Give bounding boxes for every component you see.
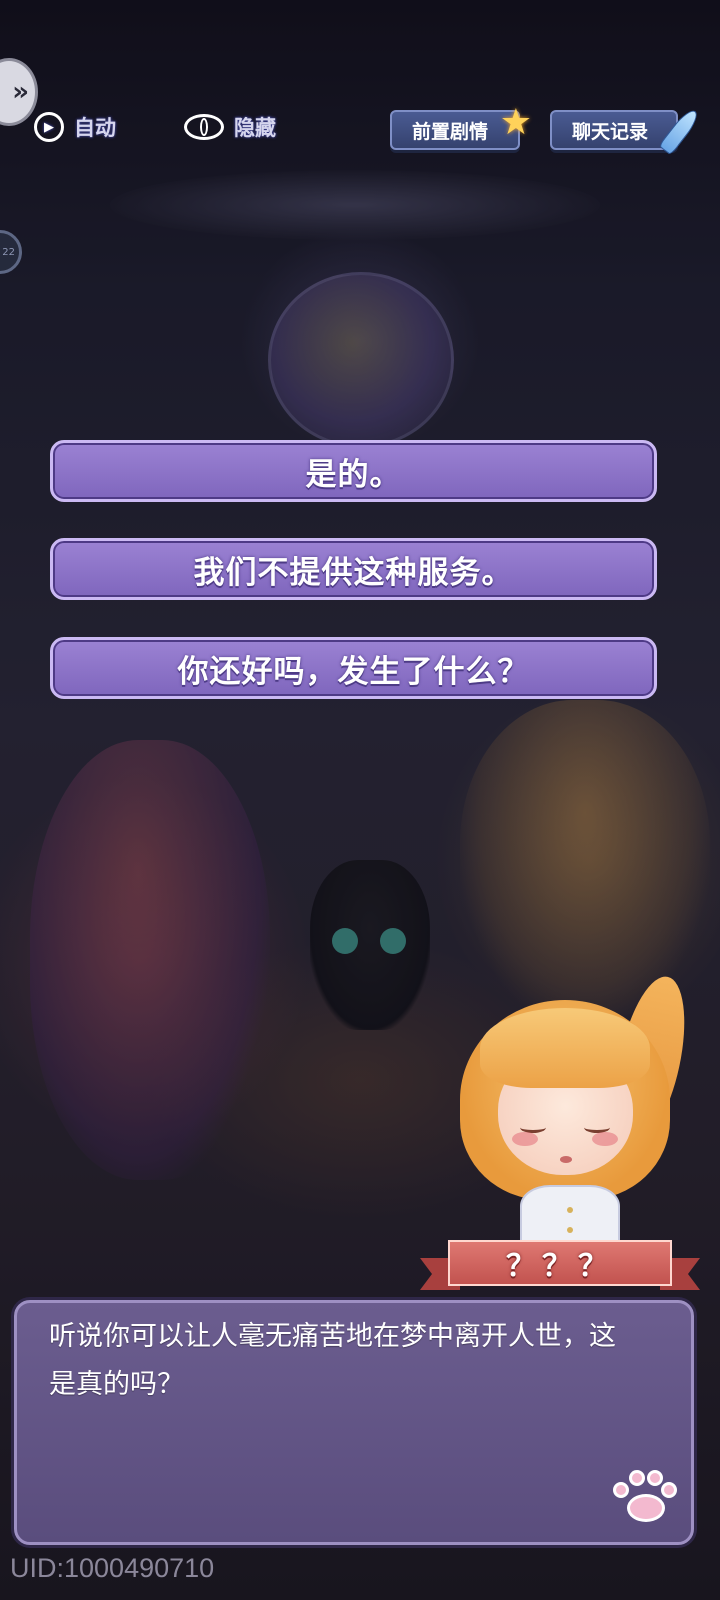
chat-log-label: 聊天记录 [572,120,649,143]
speaker-name-ribbon: ？？？ [420,1240,700,1296]
auto-button[interactable]: ▶ 自动 [34,112,116,142]
choice-option-2[interactable]: 我们不提供这种服务。 [50,538,657,600]
dialog-box[interactable]: 听说你可以让人毫无痛苦地在梦中离开人世，这是真的吗？ [14,1300,694,1545]
hide-button[interactable]: 隐藏 [184,112,276,142]
prologue-button[interactable]: 前置剧情 ★ [390,102,532,150]
level-badge-value: 22 [2,246,15,258]
chat-log-button[interactable]: 聊天记录 [550,106,702,156]
hide-label: 隐藏 [234,116,276,140]
choice-option-1[interactable]: 是的。 [50,440,657,502]
star-icon: ★ [499,102,532,143]
uid-label: UID:1000490710 [10,1553,215,1583]
choice-option-label: 我们不提供这种服务。 [193,554,514,591]
prologue-label: 前置剧情 [412,120,489,143]
play-icon: ▶ [34,112,64,142]
choice-option-3[interactable]: 你还好吗，发生了什么？ [50,637,657,699]
dialog-text: 听说你可以让人毫无痛苦地在梦中离开人世，这是真的吗？ [49,1321,616,1400]
paw-icon[interactable] [611,1470,677,1528]
auto-label: 自动 [74,116,116,140]
speaker-name: ？？？ [506,1249,614,1284]
skip-icon: » [12,77,29,107]
choice-option-label: 是的。 [305,456,402,493]
eye-icon [184,114,224,140]
speaker-portrait [450,970,698,1255]
choice-option-label: 你还好吗，发生了什么？ [177,653,530,690]
